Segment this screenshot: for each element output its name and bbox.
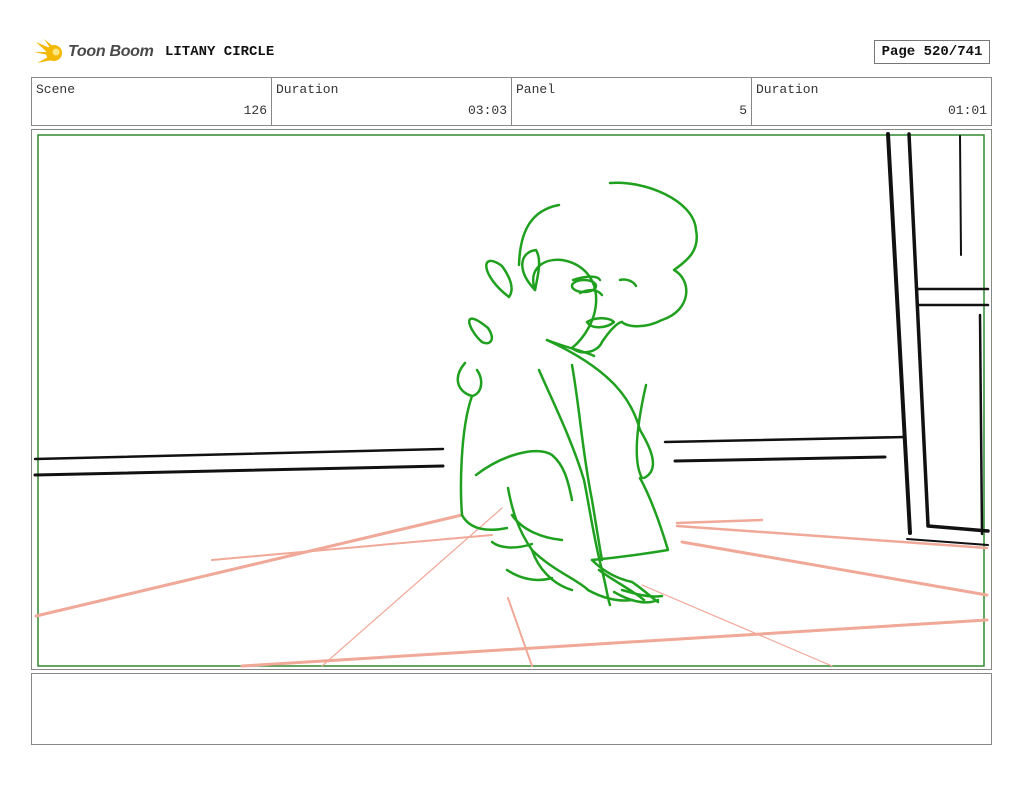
panel-duration-value: 01:01 — [947, 103, 987, 118]
panel-duration-cell: Duration 01:01 — [752, 78, 991, 125]
panel-label: Panel — [516, 82, 556, 97]
panel-sketch — [33, 132, 990, 668]
camera-frame — [37, 134, 985, 667]
scene-label: Scene — [36, 82, 76, 97]
scene-cell: Scene 126 — [32, 78, 272, 125]
scene-duration-value: 03:03 — [467, 103, 507, 118]
storyboard-panel — [31, 129, 992, 670]
panel-notes — [31, 673, 992, 745]
page-indicator: Page 520/741 — [874, 40, 990, 64]
perspective-lines — [34, 507, 989, 668]
scene-duration-cell: Duration 03:03 — [272, 78, 512, 125]
panel-value: 5 — [739, 103, 747, 118]
panel-cell: Panel 5 — [512, 78, 752, 125]
logo-text: Toon Boom — [68, 43, 154, 60]
character-sketch — [456, 181, 699, 607]
panel-duration-label: Duration — [756, 82, 819, 97]
background-ink — [33, 132, 990, 546]
scene-duration-label: Duration — [276, 82, 339, 97]
panel-info-row: Scene 126 Duration 03:03 Panel 5 Duratio… — [31, 77, 992, 126]
project-title: LITANY CIRCLE — [165, 44, 275, 60]
scene-value: 126 — [243, 103, 267, 118]
